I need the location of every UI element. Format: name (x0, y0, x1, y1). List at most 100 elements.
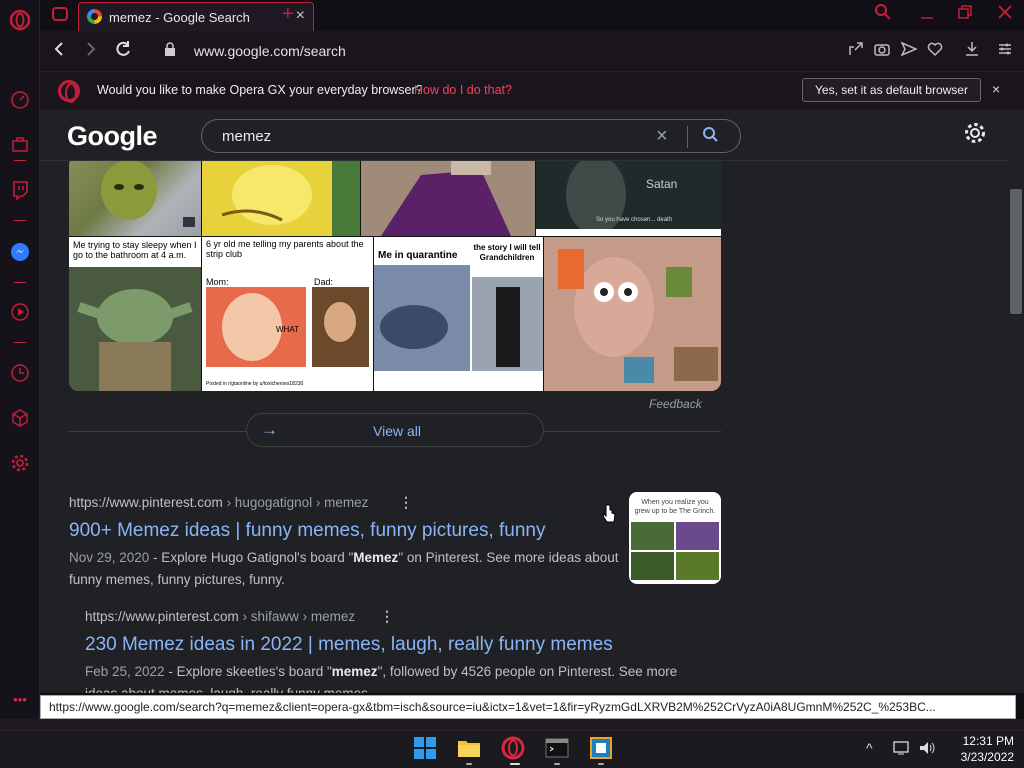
heart-icon[interactable] (927, 41, 943, 61)
search-results: Satan So you have chosen... death Me try… (40, 161, 1008, 693)
gx-corner-icon[interactable] (10, 134, 30, 154)
set-default-button[interactable]: Yes, set it as default browser (802, 78, 981, 102)
result-1-snippet-a: - Explore Hugo Gatignol's board " (149, 550, 354, 565)
what-label: WHAT (276, 325, 299, 334)
share-icon[interactable] (848, 41, 864, 61)
result-2-more-icon[interactable]: ⋮ (380, 608, 394, 625)
result-2-snippet: Feb 25, 2022 - Explore skeetles's board … (85, 661, 685, 693)
google-logo[interactable]: Google (67, 121, 158, 152)
taskbar: ^ 12:31 PM 3/23/2022 (0, 730, 1024, 768)
network-icon[interactable] (892, 740, 910, 759)
restore-icon[interactable] (956, 3, 974, 26)
image-collage[interactable] (544, 237, 721, 391)
more-dots-icon[interactable]: ••• (10, 690, 30, 710)
image-purple-suit[interactable] (361, 161, 535, 236)
search-box[interactable]: memez × (201, 119, 741, 153)
twitch-icon[interactable] (10, 180, 30, 201)
system-clock[interactable]: 12:31 PM 3/23/2022 (944, 733, 1014, 765)
terminal-icon[interactable] (544, 735, 570, 761)
result-2-date: Feb 25, 2022 (85, 664, 165, 679)
clock-time: 12:31 PM (962, 734, 1014, 748)
clock-date: 3/23/2022 (960, 750, 1014, 764)
result-1-path: › hugogatignol › memez (222, 495, 369, 510)
terminal-running-indicator (554, 763, 560, 765)
url-field[interactable]: www.google.com/search (194, 43, 346, 59)
sidebar-divider (14, 342, 26, 343)
minimize-icon[interactable] (918, 3, 936, 26)
image-strip-club[interactable]: 6 yr old me telling my parents about the… (202, 237, 373, 391)
speed-dial-icon[interactable] (10, 90, 30, 110)
sidebar-divider (14, 282, 26, 283)
windows-start-icon[interactable] (412, 735, 438, 761)
result-1-snippet: Nov 29, 2020 - Explore Hugo Gatignol's b… (69, 547, 619, 591)
lock-icon[interactable] (164, 42, 176, 59)
page-scrollbar[interactable] (1008, 109, 1024, 693)
screen: { "tab": {"title": "memez - Google Searc… (0, 0, 1024, 768)
close-window-icon[interactable] (996, 3, 1014, 26)
image-spongebob[interactable] (202, 161, 360, 236)
new-tab-button[interactable]: + (282, 3, 294, 26)
send-icon[interactable] (900, 41, 918, 61)
search-divider (687, 126, 688, 148)
result-1-thumbnail[interactable]: When you realize you grew up to be The G… (629, 492, 721, 584)
opera-menu-icon[interactable] (8, 8, 32, 32)
tab-close-icon[interactable]: × (296, 7, 305, 25)
feedback-link[interactable]: Feedback (649, 397, 702, 411)
player-icon[interactable] (10, 302, 30, 322)
result-1-cite[interactable]: https://www.pinterest.com › hugogatignol… (69, 495, 368, 510)
sidebar-divider (14, 160, 26, 161)
download-icon[interactable] (964, 41, 980, 61)
forward-icon[interactable] (84, 40, 98, 63)
virtualbox-icon[interactable] (588, 735, 614, 761)
address-bar: www.google.com/search (40, 31, 1024, 71)
tray-overflow-chevron-icon[interactable]: ^ (866, 740, 873, 756)
snapshot-icon[interactable] (874, 41, 890, 61)
search-icon[interactable] (702, 126, 720, 149)
result-2-snippet-a: - Explore skeetles's board " (164, 664, 332, 679)
opera-gx-taskbar-icon[interactable] (500, 735, 526, 761)
banner-close-icon[interactable]: × (992, 81, 1000, 97)
result-2-cite[interactable]: https://www.pinterest.com › shifaww › me… (85, 609, 355, 624)
search-input[interactable]: memez (222, 128, 271, 145)
sidebar-divider (14, 220, 26, 221)
result-1-more-icon[interactable]: ⋮ (399, 494, 413, 511)
explorer-running-indicator (466, 763, 472, 765)
result-1-date: Nov 29, 2020 (69, 550, 150, 565)
gx-control-icon[interactable] (52, 7, 68, 21)
opera-sidebar: ••• (0, 0, 40, 730)
result-2-title[interactable]: 230 Memez ideas in 2022 | memes, laugh, … (85, 634, 613, 656)
volume-icon[interactable] (918, 740, 936, 759)
settings-gear-icon[interactable] (10, 453, 30, 473)
scrollbar-thumb[interactable] (1010, 189, 1022, 314)
image-yoda[interactable]: Me trying to stay sleepy when I go to th… (69, 237, 201, 391)
easy-setup-icon[interactable] (997, 41, 1013, 61)
image-pack: Satan So you have chosen... death Me try… (69, 161, 721, 391)
reload-icon[interactable] (114, 40, 132, 63)
result-1-title[interactable]: 900+ Memez ideas | funny memes, funny pi… (69, 520, 545, 542)
chosen-caption: So you have chosen... death (596, 217, 673, 223)
link-status-bar: https://www.google.com/search?q=memez&cl… (40, 695, 1016, 719)
search-settings-gear-icon[interactable] (963, 121, 987, 152)
clear-search-icon[interactable]: × (656, 125, 668, 148)
back-icon[interactable] (52, 40, 66, 63)
satan-caption: Satan (646, 177, 678, 191)
messenger-icon[interactable] (10, 242, 30, 262)
view-all-label: View all (373, 423, 421, 439)
image-shrek[interactable] (69, 161, 201, 236)
image-quarantine[interactable]: Me in quarantine the story I will tell G… (374, 237, 543, 391)
history-icon[interactable] (10, 363, 30, 383)
arrow-right-icon: → (261, 420, 278, 439)
image-satan[interactable]: Satan So you have chosen... death (536, 161, 721, 236)
banner-help-link[interactable]: How do I do that? (414, 83, 512, 97)
extensions-icon[interactable] (10, 408, 30, 428)
status-url: https://www.google.com/search?q=memez&cl… (49, 700, 936, 714)
view-all-button[interactable]: → View all (246, 413, 544, 447)
quarantine-caption: Me in quarantine (378, 250, 458, 261)
browser-bottom-edge (0, 719, 1024, 730)
tab-memez[interactable]: memez - Google Search × (78, 2, 314, 31)
file-explorer-icon[interactable] (456, 735, 482, 761)
opera-logo-icon (58, 80, 80, 103)
thumb-caption: When you realize you grew up to be The G… (634, 499, 716, 515)
opera-running-indicator (510, 763, 520, 765)
search-tabs-icon[interactable] (874, 3, 892, 26)
